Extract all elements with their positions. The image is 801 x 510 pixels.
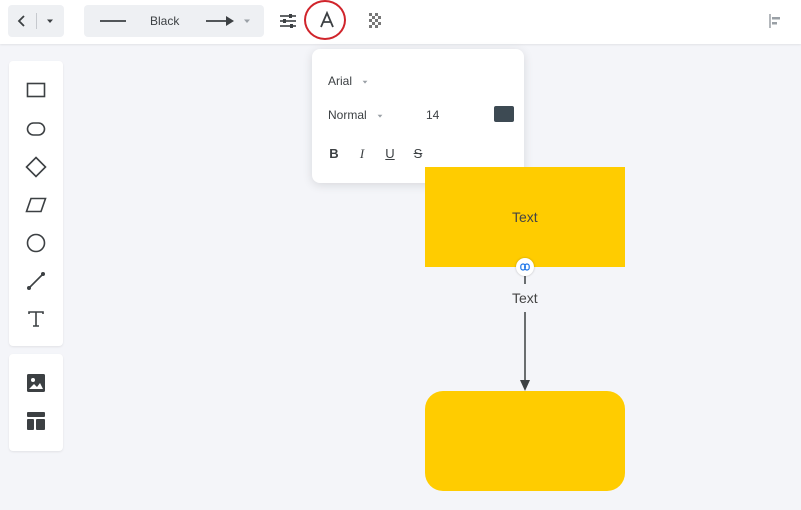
- connector[interactable]: [510, 256, 540, 396]
- line-style-selector[interactable]: Black: [84, 5, 264, 37]
- chevron-left-icon: [17, 15, 25, 27]
- text-tool[interactable]: [24, 307, 48, 331]
- text-style-popover: Arial Normal 14 B I U S: [312, 49, 524, 183]
- highlight-ring: [304, 0, 346, 40]
- opacity-button[interactable]: [363, 9, 387, 33]
- strikethrough-button[interactable]: S: [410, 146, 426, 161]
- arrow-right-icon: [206, 16, 234, 26]
- line-icon: [27, 272, 45, 290]
- diamond-icon: [25, 156, 47, 178]
- line-solid-icon: [100, 20, 126, 22]
- text-icon: [28, 311, 44, 327]
- align-button[interactable]: [763, 9, 787, 33]
- align-left-icon: [769, 14, 780, 28]
- settings-button[interactable]: [276, 9, 300, 33]
- caret-down-icon: [377, 114, 383, 118]
- circle-icon: [26, 233, 46, 253]
- media-tools-panel: [9, 354, 63, 451]
- rounded-rectangle-tool[interactable]: [24, 117, 48, 141]
- image-icon: [27, 374, 45, 392]
- rounded-rectangle-icon: [26, 122, 46, 136]
- connector-label[interactable]: Text: [512, 290, 538, 306]
- font-weight-value: Normal: [328, 108, 367, 122]
- font-size-input[interactable]: 14: [426, 108, 439, 122]
- shape-tools-panel: [9, 61, 63, 346]
- parallelogram-icon: [25, 197, 47, 213]
- underline-button[interactable]: U: [382, 146, 398, 161]
- back-button[interactable]: [8, 5, 36, 37]
- caret-down-icon: [362, 80, 368, 84]
- diamond-tool[interactable]: [24, 155, 48, 179]
- rectangle-tool[interactable]: [24, 78, 48, 102]
- checkerboard-icon: [369, 13, 381, 28]
- sliders-icon: [280, 14, 296, 28]
- template-tool[interactable]: [24, 409, 48, 433]
- connector-handle[interactable]: [516, 258, 534, 276]
- rectangle-shape-text[interactable]: Text: [512, 209, 538, 225]
- rounded-rectangle-shape[interactable]: [425, 391, 625, 491]
- back-dropdown-button[interactable]: [37, 5, 65, 37]
- back-button-group: [8, 5, 64, 37]
- caret-down-icon: [244, 19, 250, 23]
- bold-button[interactable]: B: [326, 146, 342, 161]
- link-icon: [520, 263, 530, 271]
- top-toolbar: Black: [0, 0, 801, 44]
- template-icon: [27, 412, 45, 430]
- rectangle-icon: [26, 82, 46, 98]
- circle-tool[interactable]: [24, 231, 48, 255]
- line-color-label: Black: [150, 14, 180, 28]
- caret-down-icon: [47, 19, 54, 23]
- line-tool[interactable]: [24, 269, 48, 293]
- text-color-swatch[interactable]: [494, 106, 514, 122]
- italic-button[interactable]: I: [354, 146, 370, 162]
- image-tool[interactable]: [24, 371, 48, 395]
- parallelogram-tool[interactable]: [24, 193, 48, 217]
- font-family-select[interactable]: Arial: [328, 74, 369, 88]
- font-family-value: Arial: [328, 74, 353, 88]
- font-weight-select[interactable]: Normal: [328, 108, 384, 122]
